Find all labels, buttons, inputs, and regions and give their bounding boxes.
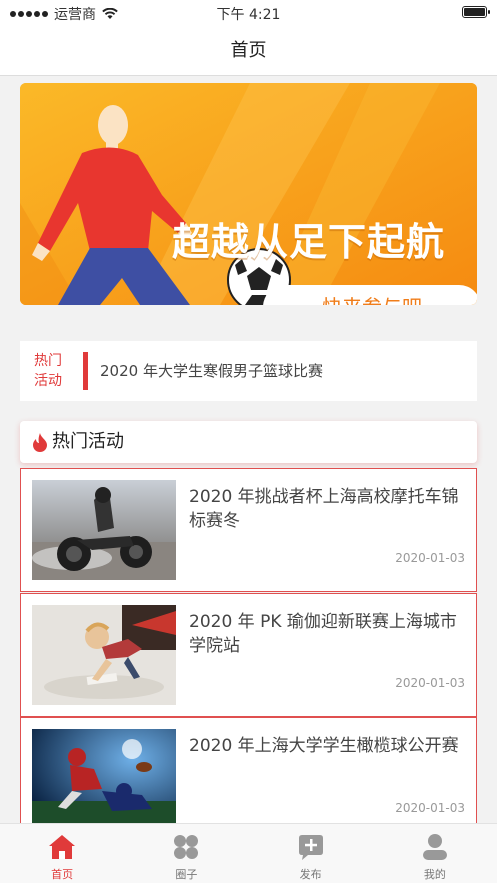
battery-icon xyxy=(462,6,490,18)
tab-home[interactable]: 首页 xyxy=(0,824,124,883)
banner-illustration xyxy=(20,83,477,305)
announcement-divider xyxy=(83,352,88,390)
circle-grid-icon xyxy=(174,835,199,859)
join-button[interactable]: 快来参与吧 xyxy=(263,285,477,305)
flame-icon xyxy=(33,433,47,452)
activity-title: 2020 年挑战者杯上海高校摩托车锦标赛冬 xyxy=(189,487,459,531)
activity-thumbnail xyxy=(32,605,176,705)
tab-mine[interactable]: 我的 xyxy=(373,824,497,883)
nav-bar: 首页 xyxy=(0,26,497,76)
motorcycle-image xyxy=(32,480,176,580)
announcement-tag: 热门活动 xyxy=(34,353,62,389)
tab-publish[interactable]: 发布 xyxy=(249,824,373,883)
page-title: 首页 xyxy=(230,40,267,61)
activity-title: 2020 年 PK 瑜伽迎新联赛上海城市学院站 xyxy=(189,612,457,656)
activity-card[interactable]: 2020 年 PK 瑜伽迎新联赛上海城市学院站 2020-01-03 xyxy=(20,593,477,717)
activity-card[interactable]: 2020 年挑战者杯上海高校摩托车锦标赛冬 2020-01-03 xyxy=(20,468,477,592)
person-icon xyxy=(422,834,447,860)
activity-date: 2020-01-03 xyxy=(395,676,465,690)
tab-label: 我的 xyxy=(423,868,446,881)
activity-title: 2020 年上海大学学生橄榄球公开赛 xyxy=(189,736,459,756)
banner-title: 超越从足下起航 xyxy=(172,220,446,264)
activity-thumbnail xyxy=(32,729,176,824)
tab-label: 首页 xyxy=(51,868,74,881)
home-icon xyxy=(49,835,76,859)
hot-activities-header: 热门活动 xyxy=(20,421,477,463)
tab-bar: 首页 圈子 发布 我的 xyxy=(0,823,497,883)
announcement-text[interactable]: 2020 年大学生寒假男子篮球比赛 xyxy=(100,341,323,401)
section-title: 热门活动 xyxy=(52,431,124,452)
activity-thumbnail xyxy=(32,480,176,580)
promo-banner[interactable]: 超越从足下起航 快来参与吧 xyxy=(20,83,477,305)
tab-circle[interactable]: 圈子 xyxy=(124,824,248,883)
activity-date: 2020-01-03 xyxy=(395,551,465,565)
status-bar: 运营商 下午 4:21 xyxy=(0,0,497,26)
plus-icon xyxy=(298,835,323,860)
football-image xyxy=(32,729,176,824)
status-time: 下午 4:21 xyxy=(216,7,281,23)
activity-card[interactable]: 2020 年上海大学学生橄榄球公开赛 2020-01-03 xyxy=(20,717,477,824)
yoga-child-image xyxy=(32,605,176,705)
announcement-bar[interactable]: 热门活动 2020 年大学生寒假男子篮球比赛 xyxy=(20,341,477,401)
tab-label: 圈子 xyxy=(175,868,198,881)
tab-label: 发布 xyxy=(299,868,322,881)
activity-date: 2020-01-03 xyxy=(395,801,465,815)
